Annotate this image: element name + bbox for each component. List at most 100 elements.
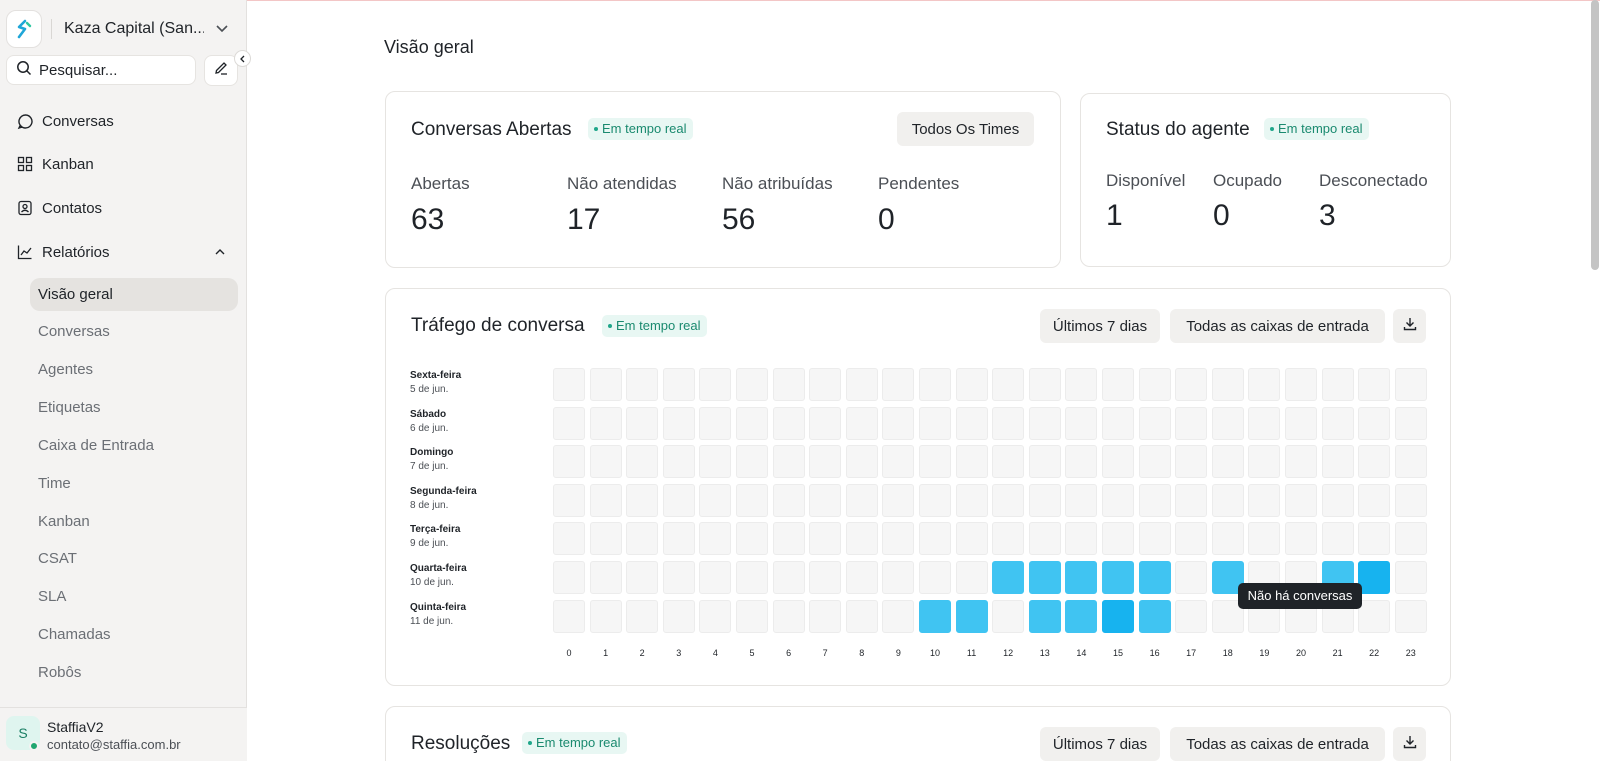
heatmap-cell[interactable] — [1028, 445, 1061, 479]
heatmap-cell[interactable] — [699, 445, 732, 479]
heatmap-cell[interactable] — [626, 561, 659, 594]
heatmap-cell[interactable] — [1248, 406, 1281, 440]
heatmap-cell[interactable] — [1358, 368, 1391, 401]
heatmap-cell[interactable] — [955, 483, 988, 517]
heatmap-cell[interactable] — [772, 561, 805, 594]
heatmap-cell[interactable] — [1394, 483, 1427, 517]
heatmap-cell[interactable] — [1065, 368, 1098, 401]
heatmap-cell[interactable] — [589, 445, 622, 479]
heatmap-cell[interactable] — [1358, 522, 1391, 556]
heatmap-cell[interactable] — [809, 522, 842, 556]
heatmap-cell[interactable] — [736, 445, 768, 479]
heatmap-cell[interactable] — [699, 561, 732, 594]
heatmap-cell[interactable] — [736, 561, 768, 594]
heatmap-cell[interactable] — [699, 599, 732, 633]
heatmap-cell[interactable] — [772, 368, 805, 401]
heatmap-cell[interactable] — [1175, 445, 1208, 479]
heatmap-cell[interactable] — [845, 483, 878, 517]
heatmap-cell[interactable] — [662, 522, 695, 556]
heatmap-cell[interactable] — [1138, 522, 1171, 556]
heatmap-cell[interactable] — [736, 368, 768, 401]
heatmap-cell[interactable] — [955, 522, 988, 556]
heatmap-cell[interactable] — [1175, 483, 1208, 517]
heatmap-cell[interactable] — [699, 406, 732, 440]
sidebar-item-relatorios[interactable]: Relatórios — [16, 240, 110, 264]
heatmap-cell[interactable] — [992, 483, 1025, 517]
heatmap-cell[interactable] — [662, 599, 695, 633]
heatmap-cell[interactable] — [1102, 445, 1134, 479]
heatmap-cell[interactable] — [772, 599, 805, 633]
heatmap-cell[interactable] — [736, 522, 768, 556]
heatmap-cell[interactable] — [1102, 561, 1134, 594]
heatmap-cell[interactable] — [955, 445, 988, 479]
sidebar-subitem-etiquetas[interactable]: Etiquetas — [38, 397, 101, 419]
heatmap-cell[interactable] — [845, 445, 878, 479]
heatmap-cell[interactable] — [919, 561, 951, 594]
period-button[interactable]: Últimos 7 dias — [1040, 309, 1160, 343]
heatmap-cell[interactable] — [809, 561, 842, 594]
heatmap-cell[interactable] — [1175, 522, 1208, 556]
heatmap-cell[interactable] — [736, 406, 768, 440]
heatmap-cell[interactable] — [1138, 406, 1171, 440]
heatmap-cell[interactable] — [1358, 483, 1391, 517]
heatmap-cell[interactable] — [1394, 522, 1427, 556]
heatmap-cell[interactable] — [992, 406, 1025, 440]
heatmap-cell[interactable] — [809, 368, 842, 401]
heatmap-cell[interactable] — [1358, 445, 1391, 479]
heatmap-cell[interactable] — [1065, 522, 1098, 556]
heatmap-cell[interactable] — [662, 368, 695, 401]
heatmap-cell[interactable] — [919, 599, 951, 633]
heatmap-cell[interactable] — [1175, 561, 1208, 594]
heatmap-cell[interactable] — [1138, 599, 1171, 633]
heatmap-cell[interactable] — [955, 406, 988, 440]
search-box[interactable] — [6, 55, 196, 85]
heatmap-cell[interactable] — [1175, 368, 1208, 401]
heatmap-cell[interactable] — [1248, 368, 1281, 401]
heatmap-cell[interactable] — [809, 483, 842, 517]
heatmap-cell[interactable] — [589, 599, 622, 633]
all-teams-button[interactable]: Todos Os Times — [897, 112, 1034, 146]
heatmap-cell[interactable] — [1028, 406, 1061, 440]
heatmap-cell[interactable] — [589, 522, 622, 556]
heatmap-cell[interactable] — [626, 368, 659, 401]
heatmap-cell[interactable] — [955, 368, 988, 401]
heatmap-cell[interactable] — [992, 561, 1025, 594]
heatmap-cell[interactable] — [1248, 445, 1281, 479]
heatmap-cell[interactable] — [1248, 483, 1281, 517]
heatmap-cell[interactable] — [772, 406, 805, 440]
heatmap-cell[interactable] — [1028, 599, 1061, 633]
heatmap-cell[interactable] — [1138, 445, 1171, 479]
heatmap-cell[interactable] — [1065, 599, 1098, 633]
heatmap-cell[interactable] — [1321, 406, 1354, 440]
sidebar-subitem-caixa-de-entrada[interactable]: Caixa de Entrada — [38, 435, 154, 457]
heatmap-cell[interactable] — [919, 522, 951, 556]
heatmap-cell[interactable] — [589, 368, 622, 401]
heatmap-cell[interactable] — [1028, 368, 1061, 401]
heatmap-cell[interactable] — [1211, 483, 1244, 517]
heatmap-cell[interactable] — [1211, 368, 1244, 401]
heatmap-cell[interactable] — [553, 406, 585, 440]
heatmap-cell[interactable] — [553, 522, 585, 556]
heatmap-cell[interactable] — [662, 445, 695, 479]
heatmap-cell[interactable] — [919, 445, 951, 479]
heatmap-cell[interactable] — [919, 406, 951, 440]
heatmap-cell[interactable] — [845, 561, 878, 594]
account-switcher[interactable]: Kaza Capital (San... — [6, 10, 240, 48]
heatmap-cell[interactable] — [699, 483, 732, 517]
heatmap-cell[interactable] — [626, 483, 659, 517]
heatmap-cell[interactable] — [992, 368, 1025, 401]
heatmap-cell[interactable] — [809, 406, 842, 440]
heatmap-cell[interactable] — [1065, 445, 1098, 479]
heatmap-cell[interactable] — [992, 522, 1025, 556]
heatmap-cell[interactable] — [553, 561, 585, 594]
resolutions-download-button[interactable] — [1393, 727, 1426, 761]
sidebar-subitem-visao-geral[interactable]: Visão geral — [30, 278, 238, 311]
heatmap-cell[interactable] — [845, 522, 878, 556]
heatmap-cell[interactable] — [1175, 406, 1208, 440]
heatmap-cell[interactable] — [589, 561, 622, 594]
heatmap-cell[interactable] — [736, 599, 768, 633]
heatmap-cell[interactable] — [772, 522, 805, 556]
heatmap-cell[interactable] — [553, 483, 585, 517]
heatmap-cell[interactable] — [772, 483, 805, 517]
page-scrollbar[interactable] — [1591, 0, 1599, 270]
